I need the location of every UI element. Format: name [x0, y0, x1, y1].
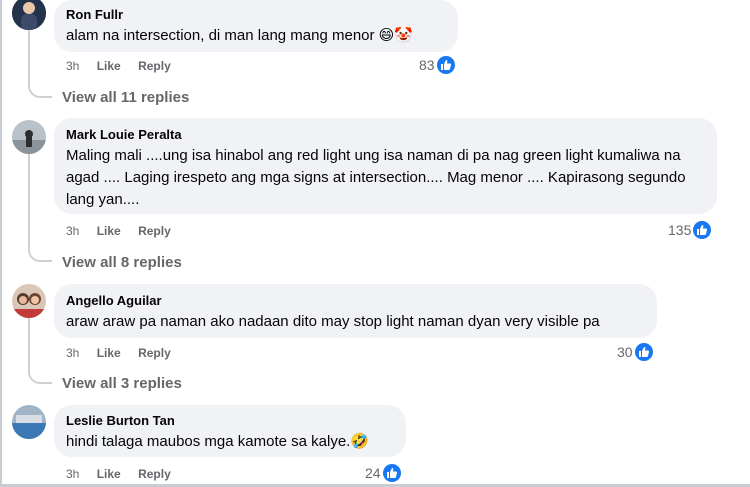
reaction-count[interactable]: 135 — [668, 221, 712, 239]
comment-author[interactable]: Leslie Burton Tan — [66, 412, 394, 429]
comment-time[interactable]: 3h — [66, 467, 79, 481]
comment-actions: 3h Like Reply — [66, 466, 185, 482]
comment-bubble: Ron Fullr alam na intersection, di man l… — [54, 0, 458, 52]
frame-left-border — [0, 0, 2, 487]
like-button[interactable]: Like — [97, 224, 121, 238]
reaction-count-value: 24 — [365, 465, 381, 481]
comment-text: Maling mali ....ung isa hinabol ang red … — [66, 147, 686, 208]
thread-connector — [28, 372, 52, 384]
view-replies-link[interactable]: View all 3 replies — [62, 374, 182, 394]
reply-button[interactable]: Reply — [138, 467, 171, 481]
avatar[interactable] — [12, 120, 46, 154]
avatar[interactable] — [12, 0, 46, 30]
like-button[interactable]: Like — [97, 346, 121, 360]
avatar[interactable] — [12, 284, 46, 318]
comment-time[interactable]: 3h — [66, 346, 79, 360]
like-reaction-icon — [693, 221, 712, 239]
thread-connector — [28, 250, 52, 262]
comment-text: hindi talaga maubos mga kamote sa kalye.… — [66, 433, 370, 450]
reaction-count[interactable]: 83 — [419, 56, 455, 74]
comment-time[interactable]: 3h — [66, 224, 79, 238]
comment-text: araw araw pa naman ako nadaan dito may s… — [66, 313, 600, 330]
reply-button[interactable]: Reply — [138, 59, 171, 73]
reaction-count[interactable]: 24 — [365, 464, 401, 482]
reaction-count-value: 30 — [617, 344, 633, 360]
thread-line — [28, 30, 30, 88]
comment-text: alam na intersection, di man lang mang m… — [66, 27, 413, 44]
view-replies-link[interactable]: View all 8 replies — [62, 253, 182, 273]
comment-author[interactable]: Mark Louie Peralta — [66, 126, 705, 143]
comment-actions: 3h Like Reply — [66, 345, 185, 361]
like-button[interactable]: Like — [97, 59, 121, 73]
like-button[interactable]: Like — [97, 467, 121, 481]
comment-bubble: Angello Aguilar araw araw pa naman ako n… — [54, 284, 657, 338]
comment-bubble: Mark Louie Peralta Maling mali ....ung i… — [54, 118, 717, 214]
comment-author[interactable]: Angello Aguilar — [66, 292, 645, 309]
reaction-count[interactable]: 30 — [617, 343, 653, 361]
comment-time[interactable]: 3h — [66, 59, 79, 73]
comment-actions: 3h Like Reply — [66, 223, 185, 239]
like-reaction-icon — [382, 464, 401, 482]
reaction-count-value: 135 — [668, 222, 692, 238]
reply-button[interactable]: Reply — [138, 346, 171, 360]
thread-connector — [28, 86, 52, 98]
like-reaction-icon — [436, 56, 455, 74]
comment-author[interactable]: Ron Fullr — [66, 6, 446, 23]
avatar[interactable] — [12, 405, 46, 439]
reply-button[interactable]: Reply — [138, 224, 171, 238]
reaction-count-value: 83 — [419, 57, 435, 73]
comment-actions: 3h Like Reply — [66, 58, 185, 74]
like-reaction-icon — [634, 343, 653, 361]
view-replies-link[interactable]: View all 11 replies — [62, 88, 189, 108]
thread-line — [28, 318, 30, 374]
thread-line — [28, 154, 30, 252]
comment-bubble: Leslie Burton Tan hindi talaga maubos mg… — [54, 405, 406, 457]
